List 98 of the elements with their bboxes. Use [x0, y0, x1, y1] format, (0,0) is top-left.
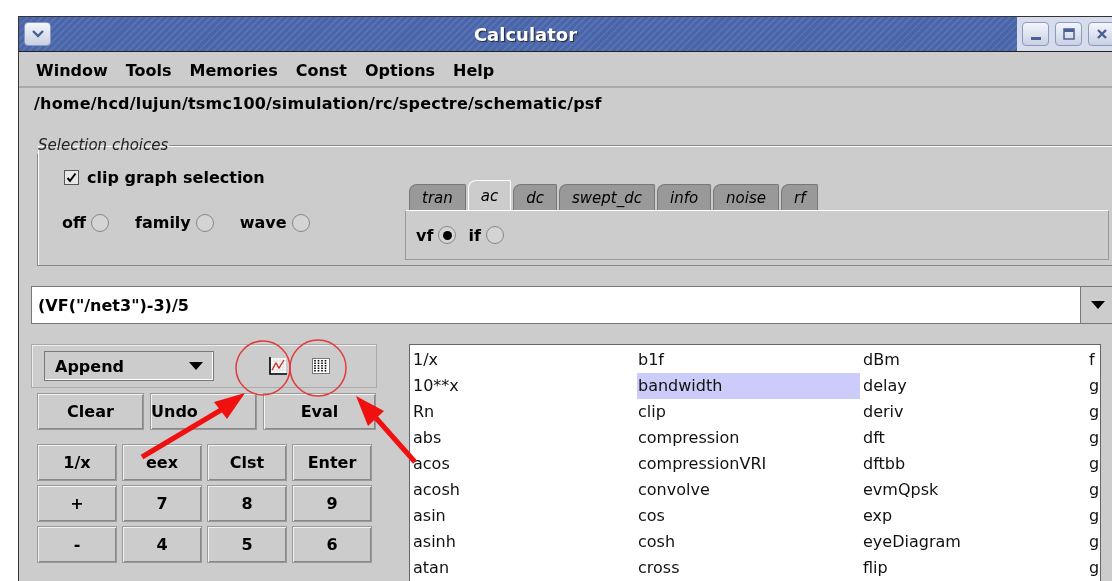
function-item[interactable]: asinh [412, 529, 637, 555]
function-item[interactable]: exp [862, 503, 1088, 529]
keypad-button[interactable]: eex [122, 444, 202, 481]
tab[interactable]: swept_dc [559, 184, 655, 210]
function-item[interactable]: g [1088, 425, 1100, 451]
action-button[interactable]: Clear [37, 393, 144, 430]
function-item[interactable]: 10**x [412, 373, 637, 399]
function-item[interactable]: Rn [412, 399, 637, 425]
function-item[interactable]: clip [637, 399, 862, 425]
radio-label: wave [239, 213, 287, 232]
keypad-button[interactable]: 6 [292, 526, 372, 563]
function-item[interactable]: delay [862, 373, 1088, 399]
function-item[interactable]: eyeDiagram [862, 529, 1088, 555]
menu-item[interactable]: Help [444, 58, 504, 82]
menu-item[interactable]: Memories [180, 58, 287, 82]
radio-label: family [134, 213, 191, 232]
minimize-icon [1030, 36, 1041, 40]
keypad-button[interactable]: 4 [122, 526, 202, 563]
dropdown-button[interactable] [1080, 286, 1112, 324]
keypad-button[interactable]: + [37, 485, 117, 522]
check-icon [66, 172, 77, 183]
function-item[interactable]: evmQpsk [862, 477, 1088, 503]
keypad-button[interactable]: Enter [292, 444, 372, 481]
tab[interactable]: noise [713, 184, 779, 210]
group-title: Selection choices [37, 136, 170, 154]
keypad-button[interactable]: Clst [207, 444, 287, 481]
function-item[interactable]: g [1088, 451, 1100, 477]
function-item[interactable]: cos [637, 503, 862, 529]
radio-label: vf [416, 225, 434, 245]
tab[interactable]: info [656, 184, 712, 210]
function-item[interactable]: g [1088, 529, 1100, 555]
annotation-circle [235, 340, 291, 396]
caret-icon [1091, 301, 1105, 309]
function-item[interactable]: compression [637, 425, 862, 451]
function-item[interactable]: flip [862, 555, 1088, 581]
directory-path: /home/hcd/lujun/tsmc100/simulation/rc/spectre/schematic/psf [33, 93, 603, 115]
function-item[interactable]: cosh [637, 529, 862, 555]
window-menu-button[interactable] [24, 22, 51, 46]
function-item[interactable]: g [1088, 503, 1100, 529]
radio-button[interactable] [485, 226, 504, 244]
annotation-circle [289, 339, 347, 397]
function-item[interactable]: deriv [862, 399, 1088, 425]
menu-item[interactable]: Const [286, 58, 356, 82]
keypad-button[interactable]: 1/x [37, 444, 117, 481]
function-item[interactable]: compressionVRI [637, 451, 862, 477]
function-item[interactable]: dftbb [862, 451, 1088, 477]
function-item[interactable]: g [1088, 373, 1100, 399]
function-item[interactable]: bandwidth [637, 373, 860, 399]
radio-button[interactable] [195, 213, 214, 232]
line-chart-icon [268, 356, 288, 376]
radio-label: off [62, 213, 86, 232]
function-item[interactable]: g [1088, 555, 1100, 581]
checkbox-label: clip graph selection [87, 168, 265, 187]
maximize-button[interactable] [1055, 22, 1082, 46]
mode-dropdown[interactable]: Append [44, 351, 214, 381]
maximize-icon [1062, 28, 1075, 40]
function-item[interactable]: b1f [637, 347, 862, 373]
table-button[interactable] [312, 358, 330, 374]
tab[interactable]: rf [781, 184, 819, 210]
function-item[interactable]: abs [412, 425, 637, 451]
minimize-button[interactable] [1022, 22, 1049, 46]
function-item[interactable]: asin [412, 503, 637, 529]
function-item[interactable]: cross [637, 555, 862, 581]
menu-item[interactable]: Options [356, 58, 445, 82]
radio-button[interactable] [291, 213, 310, 232]
chevron-down-icon [30, 29, 45, 39]
function-item[interactable]: dBm [862, 347, 1088, 373]
function-item[interactable]: f [1088, 347, 1100, 373]
function-item[interactable]: convolve [637, 477, 862, 503]
keypad-button[interactable]: 7 [122, 485, 202, 522]
graph-button[interactable] [268, 356, 288, 376]
tab[interactable]: tran [409, 184, 466, 210]
tab[interactable]: ac [467, 180, 512, 210]
keypad-button[interactable]: 5 [207, 526, 287, 563]
table-icon [312, 358, 330, 374]
function-item[interactable]: acos [412, 451, 637, 477]
function-item[interactable]: atan [412, 555, 637, 581]
action-button[interactable]: Eval [263, 393, 376, 430]
function-item[interactable]: 1/x [412, 347, 637, 373]
checkbox[interactable] [64, 170, 79, 185]
radio-button[interactable] [438, 226, 457, 244]
menu-item[interactable]: Window [27, 58, 117, 82]
caret-icon [189, 362, 203, 370]
keypad-button[interactable]: - [37, 526, 117, 563]
function-item[interactable]: g [1088, 477, 1100, 503]
window-title: Calculator [472, 23, 579, 45]
close-icon [1095, 28, 1108, 40]
close-button[interactable] [1088, 22, 1112, 46]
keypad-button[interactable]: 9 [292, 485, 372, 522]
radio-label: if [468, 225, 481, 245]
keypad-button[interactable]: 8 [207, 485, 287, 522]
tab[interactable]: dc [513, 184, 557, 210]
function-item[interactable]: g [1088, 399, 1100, 425]
function-item[interactable]: dft [862, 425, 1088, 451]
function-item[interactable]: acosh [412, 477, 637, 503]
radio-button[interactable] [90, 213, 109, 232]
expression-field[interactable]: (VF("/net3")-3)/5 [31, 286, 1080, 324]
menu-item[interactable]: Tools [116, 58, 181, 82]
